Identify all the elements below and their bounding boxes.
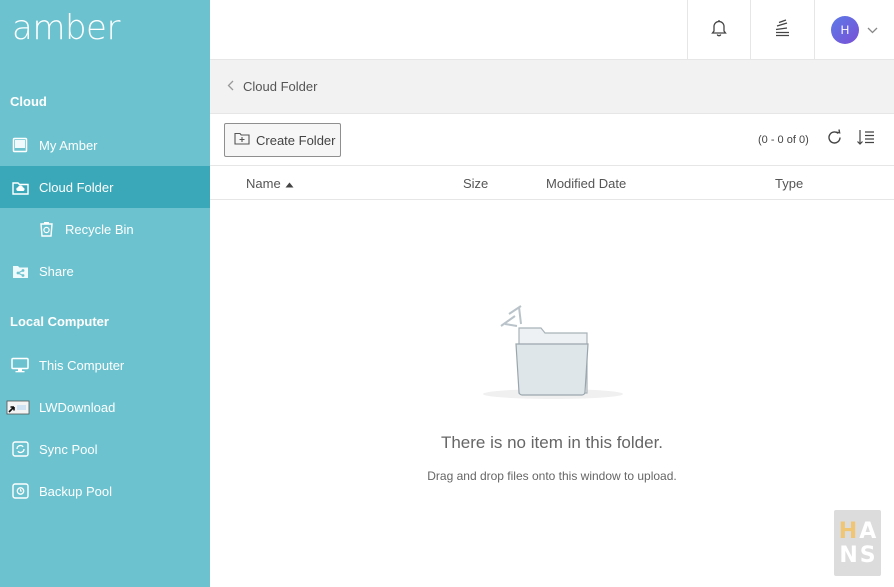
watermark-letter: N [839, 543, 858, 568]
watermark-letter: A [859, 519, 877, 544]
sidebar-item-label: LWDownload [39, 399, 116, 415]
column-header-modified-date[interactable]: Modified Date [546, 176, 626, 191]
bell-icon [711, 19, 727, 42]
notifications-button[interactable] [687, 0, 750, 60]
refresh-button[interactable] [825, 129, 843, 151]
monitor-icon [11, 357, 29, 373]
sidebar-item-my-amber[interactable]: My Amber [0, 124, 210, 166]
sidebar-item-label: Sync Pool [39, 441, 98, 457]
chevron-down-icon [867, 21, 878, 39]
sidebar-item-label: Backup Pool [39, 483, 112, 499]
avatar: H [831, 16, 859, 44]
create-folder-label: Create Folder [256, 132, 336, 148]
section-title-local-computer: Local Computer [10, 314, 109, 329]
sort-options-button[interactable] [857, 129, 875, 151]
stack-icon [774, 18, 791, 42]
watermark-logo: H A N S [834, 510, 881, 576]
shortcut-folder-icon [6, 399, 30, 415]
sidebar-item-recycle-bin[interactable]: Recycle Bin [0, 208, 210, 250]
sidebar-item-label: My Amber [39, 137, 98, 153]
book-icon [11, 137, 29, 153]
sidebar-item-share[interactable]: Share [0, 250, 210, 292]
back-button[interactable] [218, 75, 242, 99]
column-header-size[interactable]: Size [463, 176, 488, 191]
tasks-button[interactable] [750, 0, 814, 60]
sidebar-item-label: Cloud Folder [39, 179, 114, 195]
cloud-folder-icon [11, 179, 29, 195]
sidebar: amber Cloud My Amber Cloud Folder Recycl… [0, 0, 210, 587]
breadcrumb-current: Cloud Folder [243, 79, 318, 94]
backup-icon [11, 483, 29, 499]
sidebar-item-sync-pool[interactable]: Sync Pool [0, 428, 210, 470]
sidebar-item-label: This Computer [39, 357, 125, 373]
table-header: Name Size Modified Date Type [210, 166, 894, 200]
column-header-name[interactable]: Name [246, 176, 294, 191]
column-header-name-label: Name [246, 176, 281, 191]
sync-icon [11, 441, 29, 457]
folder-plus-icon [234, 132, 256, 148]
create-folder-button[interactable]: Create Folder [224, 123, 341, 157]
chevron-left-icon [227, 78, 234, 96]
refresh-icon [826, 129, 843, 151]
item-count: (0 - 0 of 0) [758, 134, 809, 146]
empty-folder-illustration [481, 304, 625, 404]
section-title-cloud: Cloud [10, 94, 47, 109]
empty-state-title: There is no item in this folder. [440, 433, 664, 452]
share-icon [11, 263, 29, 279]
column-header-type[interactable]: Type [775, 176, 803, 191]
toolbar: Create Folder (0 - 0 of 0) [210, 114, 894, 166]
sort-list-icon [857, 129, 875, 151]
watermark-letter: S [859, 543, 876, 568]
sidebar-item-lwdownload[interactable]: LWDownload [0, 386, 210, 428]
user-menu-button[interactable]: H [814, 0, 894, 60]
breadcrumb: Cloud Folder [210, 60, 894, 114]
sidebar-item-backup-pool[interactable]: Backup Pool [0, 470, 210, 512]
sidebar-item-label: Share [39, 263, 74, 279]
recycle-bin-icon [37, 221, 55, 237]
sort-ascending-icon [285, 176, 294, 191]
app-logo: amber [12, 8, 120, 48]
sidebar-item-cloud-folder[interactable]: Cloud Folder [0, 166, 210, 208]
sidebar-item-this-computer[interactable]: This Computer [0, 344, 210, 386]
watermark-letter: H [838, 519, 858, 544]
top-bar: H [210, 0, 894, 60]
sidebar-item-label: Recycle Bin [65, 221, 134, 237]
empty-state-subtitle: Drag and drop files onto this window to … [427, 469, 677, 483]
